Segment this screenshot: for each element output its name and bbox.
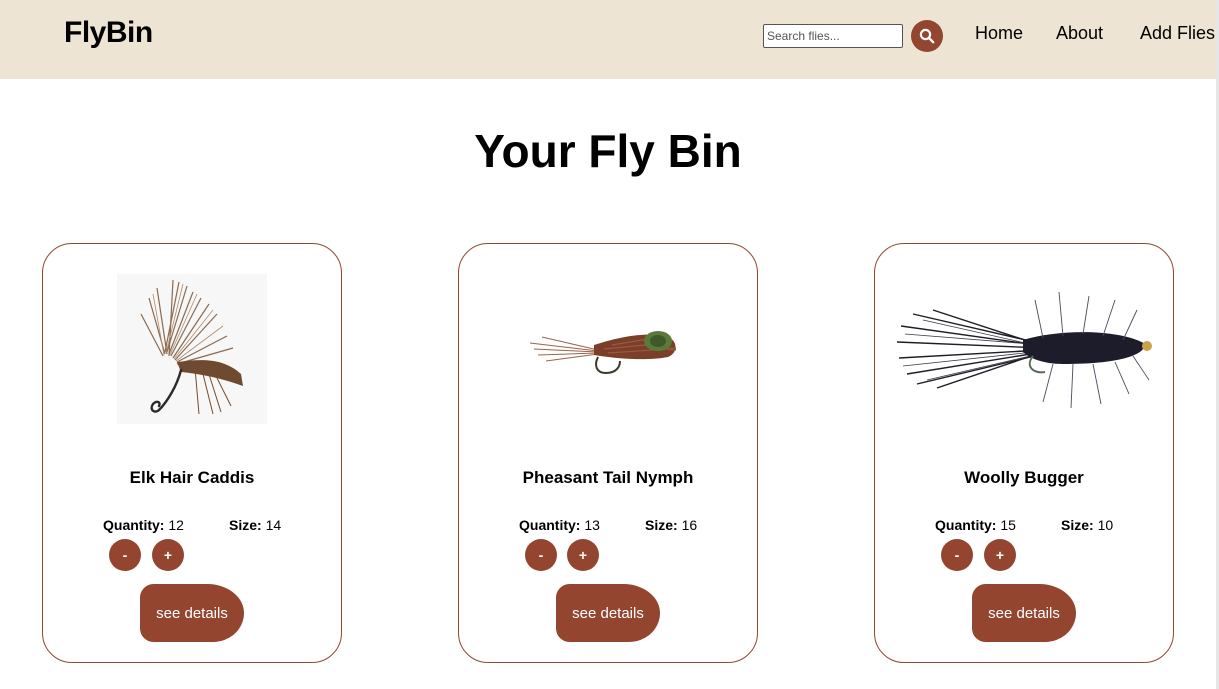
quantity-stat: Quantity: 12 (103, 517, 184, 533)
decrement-quantity-button[interactable]: - (109, 539, 141, 571)
navbar: FlyBin Home About Add Flies (0, 0, 1216, 79)
size-label: Size: (645, 517, 678, 533)
woolly-bugger-fly-image (896, 291, 1152, 409)
fly-card: Woolly Bugger Quantity: 15 Size: 10 - + … (874, 243, 1174, 663)
search-button[interactable] (911, 20, 943, 52)
size-stat: Size: 14 (229, 517, 281, 533)
size-value: 16 (681, 517, 698, 533)
quantity-value: 15 (1000, 517, 1016, 533)
search-icon (919, 28, 935, 44)
size-value: 14 (265, 517, 282, 533)
quantity-value: 12 (168, 517, 184, 533)
fly-name: Pheasant Tail Nymph (522, 468, 694, 487)
size-value: 10 (1097, 517, 1114, 533)
fly-card: Pheasant Tail Nymph Quantity: 13 Size: 1… (458, 243, 758, 663)
quantity-stat: Quantity: 13 (519, 517, 600, 533)
increment-quantity-button[interactable]: + (152, 539, 184, 571)
increment-quantity-button[interactable]: + (984, 539, 1016, 571)
quantity-label: Quantity: (103, 517, 165, 533)
fly-image (459, 264, 757, 434)
size-stat: Size: 10 (1061, 517, 1113, 533)
quantity-label: Quantity: (935, 517, 997, 533)
see-details-button[interactable]: see details (972, 584, 1076, 642)
fly-name: Elk Hair Caddis (129, 468, 255, 487)
brand-logo[interactable]: FlyBin (64, 16, 153, 50)
see-details-button[interactable]: see details (140, 584, 244, 642)
fly-image (43, 264, 341, 434)
quantity-value: 13 (584, 517, 600, 533)
increment-quantity-button[interactable]: + (567, 539, 599, 571)
nav-home-link[interactable]: Home (975, 23, 1023, 44)
decrement-quantity-button[interactable]: - (525, 539, 557, 571)
fly-image (875, 264, 1173, 434)
fly-name: Woolly Bugger (964, 468, 1084, 487)
nav-add-flies-link[interactable]: Add Flies (1140, 23, 1215, 44)
page-title: Your Fly Bin (474, 125, 742, 177)
size-stat: Size: 16 (645, 517, 697, 533)
nav-about-link[interactable]: About (1056, 23, 1103, 44)
search-input[interactable] (763, 24, 903, 48)
quantity-label: Quantity: (519, 517, 581, 533)
pheasant-tail-nymph-fly-image (529, 331, 676, 375)
decrement-quantity-button[interactable]: - (941, 539, 973, 571)
see-details-button[interactable]: see details (556, 584, 660, 642)
size-label: Size: (229, 517, 262, 533)
quantity-stat: Quantity: 15 (935, 517, 1016, 533)
elk-hair-caddis-fly-image (117, 274, 267, 424)
fly-card: Elk Hair Caddis Quantity: 12 Size: 14 - … (42, 243, 342, 663)
size-label: Size: (1061, 517, 1094, 533)
